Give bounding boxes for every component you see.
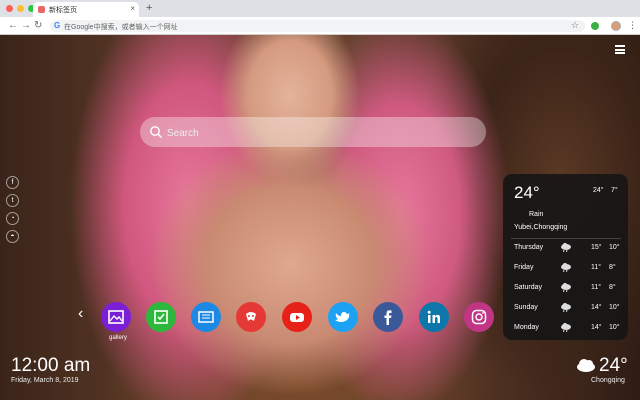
forecast-day: Monday	[514, 324, 539, 331]
forecast-low: 10°	[609, 244, 620, 251]
forecast-high: 14°	[591, 324, 602, 331]
newspaper-icon	[198, 311, 214, 323]
weather-divider	[511, 238, 621, 239]
clock-time: 12:00 am	[11, 355, 91, 376]
forecast-high: 11°	[591, 284, 602, 291]
app-twitter[interactable]	[328, 302, 358, 332]
rain-cloud-icon	[561, 243, 571, 252]
forecast-row: Friday 11° 8°	[514, 263, 622, 276]
tab-title: 新标签页	[49, 7, 77, 14]
youtube-icon	[290, 313, 304, 322]
weather-low: 7°	[611, 187, 618, 194]
browser-toolbar: ← → ↻ G 在Google中搜索，或者输入一个网址 ☆	[0, 17, 640, 35]
instagram-icon	[471, 309, 487, 325]
forecast-day: Sunday	[514, 304, 538, 311]
rain-cloud-icon	[561, 303, 571, 312]
tab-close-icon[interactable]: ×	[130, 4, 135, 13]
background-wallpaper: f t ◔ ◓ ‹ gallery 24° 24° 7° Rain Yubei,…	[0, 35, 640, 400]
app-instagram[interactable]	[464, 302, 494, 332]
wechat-icon[interactable]: ◓	[6, 230, 19, 243]
rain-cloud-icon	[561, 283, 571, 292]
facebook-f-icon	[384, 310, 392, 325]
checklist-icon	[154, 310, 168, 324]
app-gallery-label: gallery	[109, 335, 127, 341]
omnibox-placeholder: 在Google中搜索，或者输入一个网址	[64, 24, 178, 31]
app-youtube[interactable]	[282, 302, 312, 332]
new-tab-button[interactable]: +	[146, 2, 152, 14]
bottom-weather-temp[interactable]: 24°	[599, 355, 628, 377]
weather-current-temp: 24°	[514, 183, 540, 202]
forecast-low: 10°	[609, 324, 620, 331]
tab-favicon-icon	[38, 6, 45, 13]
forecast-row: Thursday 15° 10°	[514, 243, 622, 256]
app-games[interactable]	[236, 302, 266, 332]
weather-high: 24°	[593, 187, 604, 194]
search-icon	[150, 126, 162, 138]
forward-arrow-icon[interactable]: →	[21, 20, 31, 31]
twitter-bird-icon	[335, 312, 350, 322]
forecast-row: Monday 14° 10°	[514, 323, 622, 336]
forecast-low: 8°	[609, 284, 616, 291]
app-facebook[interactable]	[373, 302, 403, 332]
cloud-icon	[577, 359, 595, 372]
app-linkedin[interactable]	[419, 302, 449, 332]
forecast-day: Thursday	[514, 244, 544, 251]
search-input[interactable]	[165, 123, 469, 143]
clock-date: Friday, March 8, 2019	[11, 377, 79, 384]
bookmark-star-icon[interactable]: ☆	[571, 20, 579, 31]
tab-new-tab[interactable]: 新标签页 ×	[33, 2, 139, 17]
back-arrow-icon[interactable]: ←	[8, 20, 18, 31]
app-news[interactable]	[191, 302, 221, 332]
window-controls	[6, 5, 35, 12]
forecast-low: 10°	[609, 304, 620, 311]
forecast-high: 14°	[591, 304, 602, 311]
minimize-window-button[interactable]	[17, 5, 24, 12]
app-tasks[interactable]	[146, 302, 176, 332]
weather-widget[interactable]: 24° 24° 7° Rain Yubei,Chongqing Thursday…	[503, 174, 628, 340]
google-icon: G	[54, 21, 61, 30]
forecast-day: Saturday	[514, 284, 543, 291]
app-gallery[interactable]	[101, 302, 131, 332]
profile-avatar[interactable]	[611, 21, 621, 31]
forecast-high: 15°	[591, 244, 602, 251]
omnibox[interactable]: G 在Google中搜索，或者输入一个网址 ☆	[50, 20, 585, 32]
forecast-high: 11°	[591, 264, 602, 271]
tab-bar: 新标签页 × +	[0, 0, 640, 17]
snapchat-icon[interactable]: ◔	[6, 212, 19, 225]
search-bar[interactable]	[140, 117, 486, 147]
forecast-low: 8°	[609, 264, 616, 271]
bottom-weather-city: Chongqing	[591, 377, 625, 384]
image-icon	[108, 310, 124, 324]
chevron-left-icon[interactable]: ‹	[78, 305, 83, 323]
forecast-day: Friday	[514, 264, 534, 271]
browser-menu-icon[interactable]: ⋮	[628, 20, 637, 31]
forecast-row: Saturday 11° 8°	[514, 283, 622, 296]
rain-cloud-icon	[561, 263, 571, 272]
facebook-icon[interactable]: f	[6, 176, 19, 189]
rain-cloud-icon	[561, 323, 571, 332]
linkedin-icon	[427, 310, 440, 323]
weather-condition: Rain	[529, 211, 544, 218]
reload-icon[interactable]: ↻	[34, 20, 42, 31]
gamepad-icon	[246, 312, 256, 321]
weather-location: Yubei,Chongqing	[514, 224, 568, 231]
twitter-icon[interactable]: t	[6, 194, 19, 207]
extension-icon[interactable]	[591, 22, 599, 30]
close-window-button[interactable]	[6, 5, 13, 12]
hamburger-menu-icon[interactable]	[615, 45, 625, 54]
forecast-row: Sunday 14° 10°	[514, 303, 622, 316]
